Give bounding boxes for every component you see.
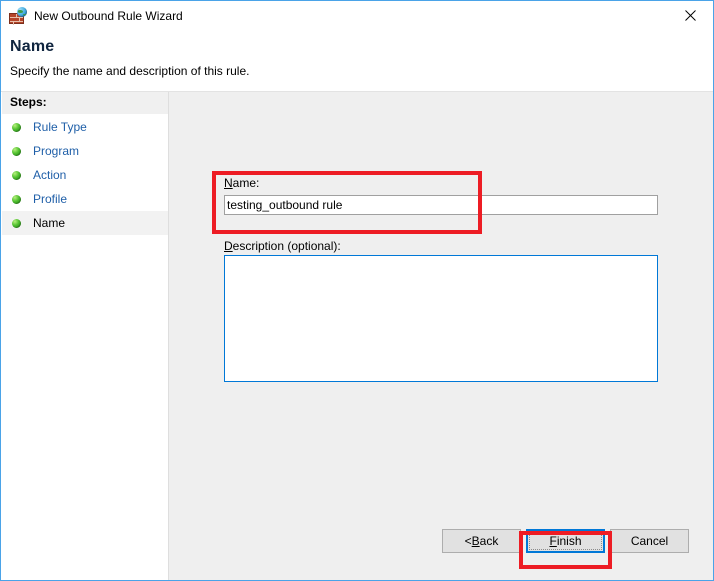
sidebar-item-profile[interactable]: Profile <box>2 187 168 211</box>
back-rest: ack <box>479 534 499 548</box>
button-bar: < Back Finish Cancel <box>169 520 713 580</box>
name-accel-char: N <box>224 176 233 190</box>
steps-sidebar: Steps: Rule Type Program Action Profile <box>2 92 169 580</box>
sidebar-item-label: Name <box>33 216 66 230</box>
main-panel: Name: Description (optional): < Back Fin… <box>169 92 713 580</box>
window-title: New Outbound Rule Wizard <box>34 9 183 23</box>
green-orb-icon <box>12 122 21 132</box>
green-orb-icon <box>12 146 21 156</box>
title-bar: New Outbound Rule Wizard <box>1 1 713 31</box>
finish-button[interactable]: Finish <box>526 529 605 553</box>
green-orb-icon <box>12 170 21 180</box>
green-orb-icon <box>12 194 21 204</box>
close-icon[interactable] <box>668 1 713 30</box>
page-header: Name Specify the name and description of… <box>2 31 713 91</box>
description-label-rest: escription (optional): <box>232 239 341 253</box>
sidebar-item-label: Profile <box>33 192 68 206</box>
sidebar-item-label: Rule Type <box>33 120 87 134</box>
name-label-rest: ame: <box>232 176 260 190</box>
steps-heading: Steps: <box>10 95 47 109</box>
name-input[interactable] <box>224 195 658 215</box>
description-field-label: Description (optional): <box>224 239 341 253</box>
back-button[interactable]: < Back <box>442 529 521 553</box>
green-orb-icon <box>12 218 21 228</box>
sidebar-item-program[interactable]: Program <box>2 139 168 163</box>
sidebar-item-label: Action <box>33 168 67 182</box>
description-accel-char: D <box>224 239 233 253</box>
name-field-label: Name: <box>224 176 259 190</box>
page-title: Name <box>10 38 55 55</box>
sidebar-item-rule-type[interactable]: Rule Type <box>2 115 168 139</box>
firewall-globe-icon <box>9 7 27 25</box>
page-subtitle: Specify the name and description of this… <box>10 64 250 78</box>
wizard-window: New Outbound Rule Wizard Name Specify th… <box>0 0 714 581</box>
steps-heading-band: Steps: <box>2 92 168 115</box>
back-prefix: < <box>464 534 472 548</box>
wizard-body: Steps: Rule Type Program Action Profile <box>2 92 713 580</box>
cancel-button[interactable]: Cancel <box>610 529 689 553</box>
sidebar-item-label: Program <box>33 144 80 158</box>
description-input[interactable] <box>224 255 658 382</box>
sidebar-item-action[interactable]: Action <box>2 163 168 187</box>
sidebar-item-name[interactable]: Name <box>2 211 168 235</box>
back-accel-char: B <box>471 534 480 548</box>
cancel-label: Cancel <box>630 534 669 548</box>
finish-accel-char: F <box>549 534 557 548</box>
steps-list: Rule Type Program Action Profile Name <box>2 115 168 235</box>
finish-rest: inish <box>556 534 582 548</box>
